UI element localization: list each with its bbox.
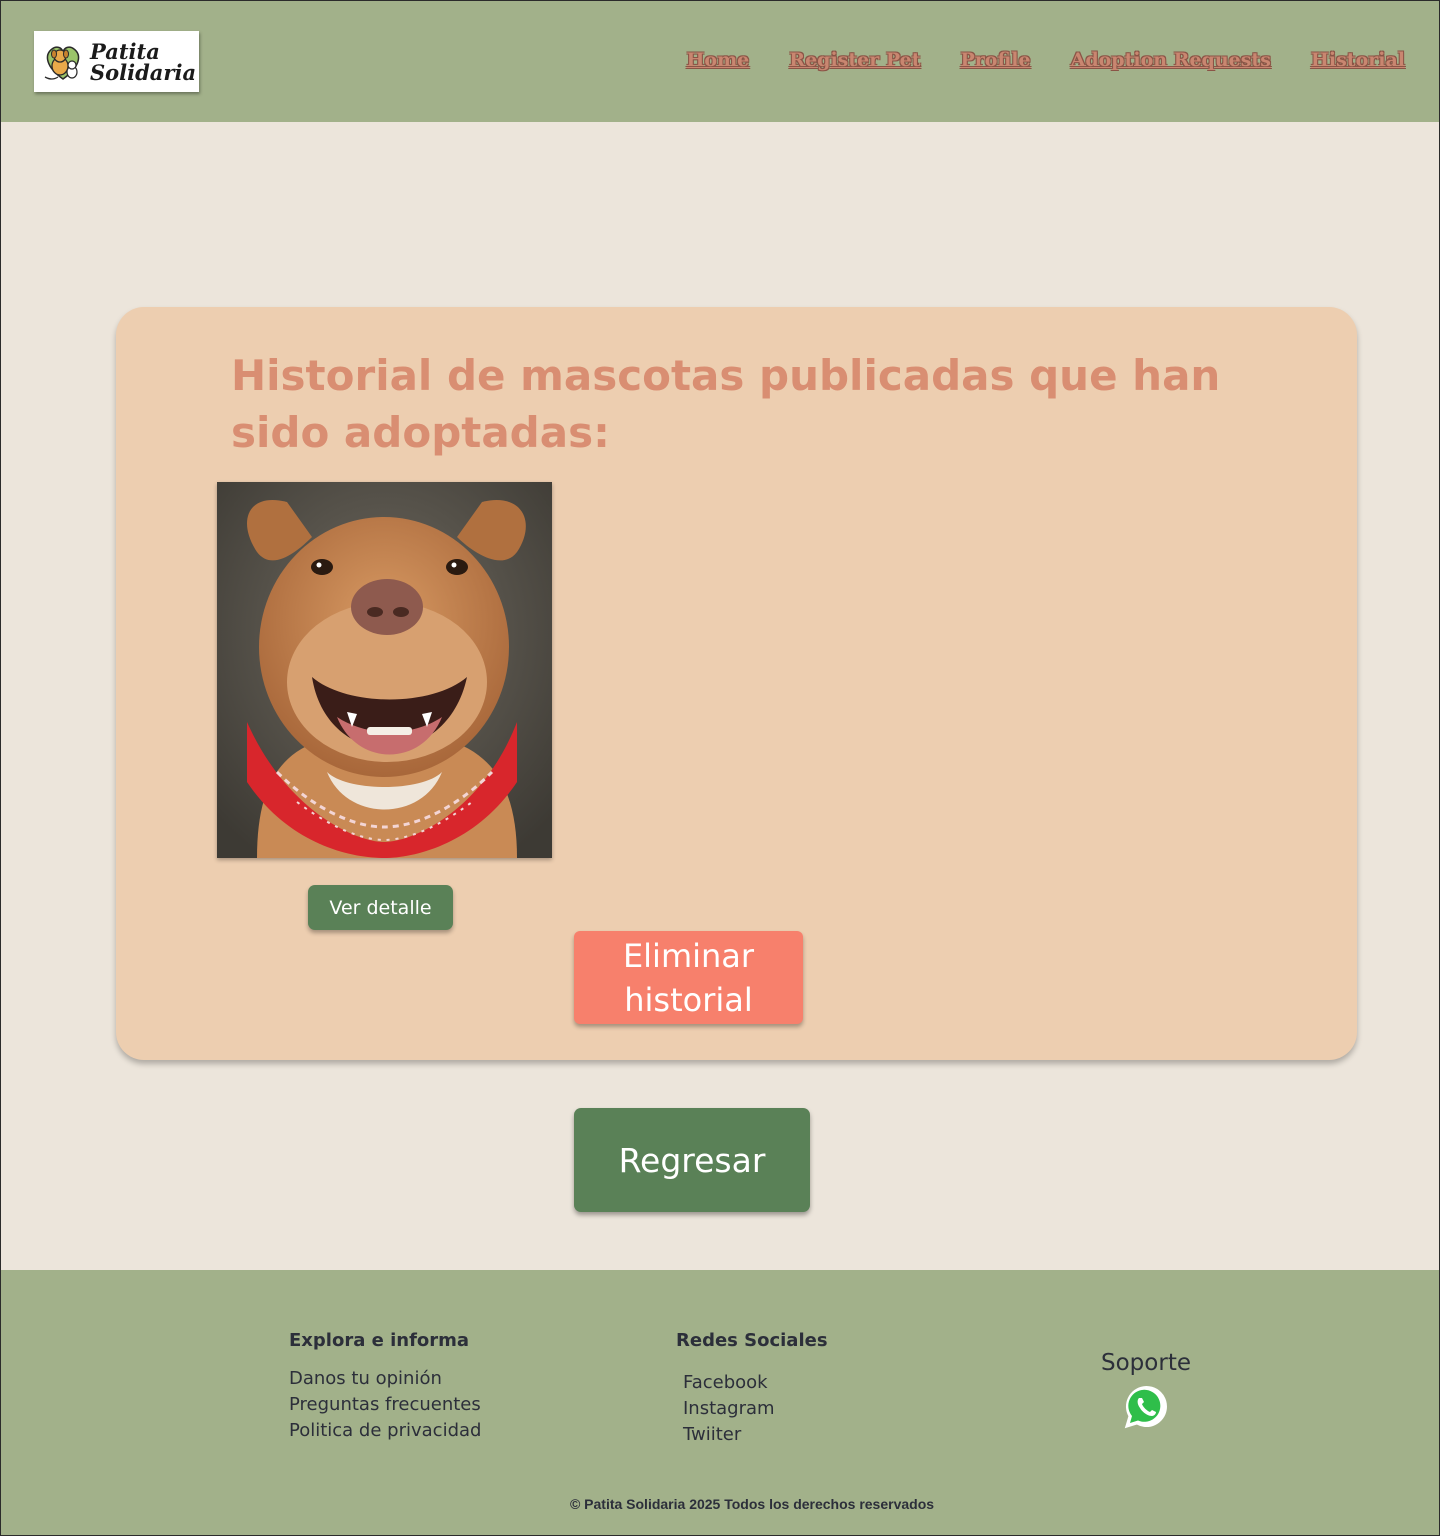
- page-title: Historial de mascotas publicadas que han…: [231, 351, 1221, 457]
- logo[interactable]: Patita Solidaria: [34, 31, 199, 92]
- nav-profile[interactable]: Profile: [961, 49, 1031, 71]
- logo-icon: [44, 45, 80, 80]
- footer-explore-heading: Explora e informa: [289, 1330, 470, 1351]
- dog-image: [217, 482, 552, 858]
- footer-social-heading: Redes Sociales: [676, 1330, 828, 1351]
- footer-support: Soporte: [1101, 1350, 1191, 1432]
- feedback-link[interactable]: Danos tu opinión: [289, 1366, 481, 1392]
- nav-historial[interactable]: Historial: [1311, 49, 1405, 71]
- delete-history-button[interactable]: Eliminar historial: [574, 931, 803, 1024]
- logo-line-2: Solidaria: [90, 59, 197, 85]
- back-button[interactable]: Regresar: [574, 1108, 810, 1212]
- nav-adoption-requests[interactable]: Adoption Requests: [1071, 49, 1271, 71]
- site-header: Patita Solidaria Home Register Pet Profi…: [1, 1, 1439, 122]
- logo-line-1: Patita: [90, 38, 160, 64]
- footer-social: Redes Sociales Facebook Instagram Twiite…: [676, 1330, 828, 1448]
- facebook-link[interactable]: Facebook: [683, 1370, 828, 1396]
- support-title: Soporte: [1101, 1350, 1191, 1376]
- footer-explore: Explora e informa Danos tu opinión Pregu…: [289, 1330, 481, 1444]
- logo-text: Patita Solidaria: [90, 41, 196, 83]
- pet-photo: [217, 482, 552, 858]
- nav-home[interactable]: Home: [686, 49, 749, 71]
- instagram-link[interactable]: Instagram: [683, 1396, 828, 1422]
- site-footer: Explora e informa Danos tu opinión Pregu…: [1, 1270, 1439, 1535]
- view-detail-button[interactable]: Ver detalle: [308, 885, 453, 930]
- nav-register-pet[interactable]: Register Pet: [789, 49, 920, 71]
- privacy-link[interactable]: Politica de privacidad: [289, 1418, 481, 1444]
- whatsapp-icon[interactable]: [1121, 1382, 1171, 1432]
- faq-link[interactable]: Preguntas frecuentes: [289, 1392, 481, 1418]
- main-nav: Home Register Pet Profile Adoption Reque…: [686, 49, 1405, 71]
- history-card: Historial de mascotas publicadas que han…: [116, 307, 1357, 1060]
- twitter-link[interactable]: Twiiter: [683, 1422, 828, 1448]
- copyright: © Patita Solidaria 2025 Todos los derech…: [569, 1496, 935, 1512]
